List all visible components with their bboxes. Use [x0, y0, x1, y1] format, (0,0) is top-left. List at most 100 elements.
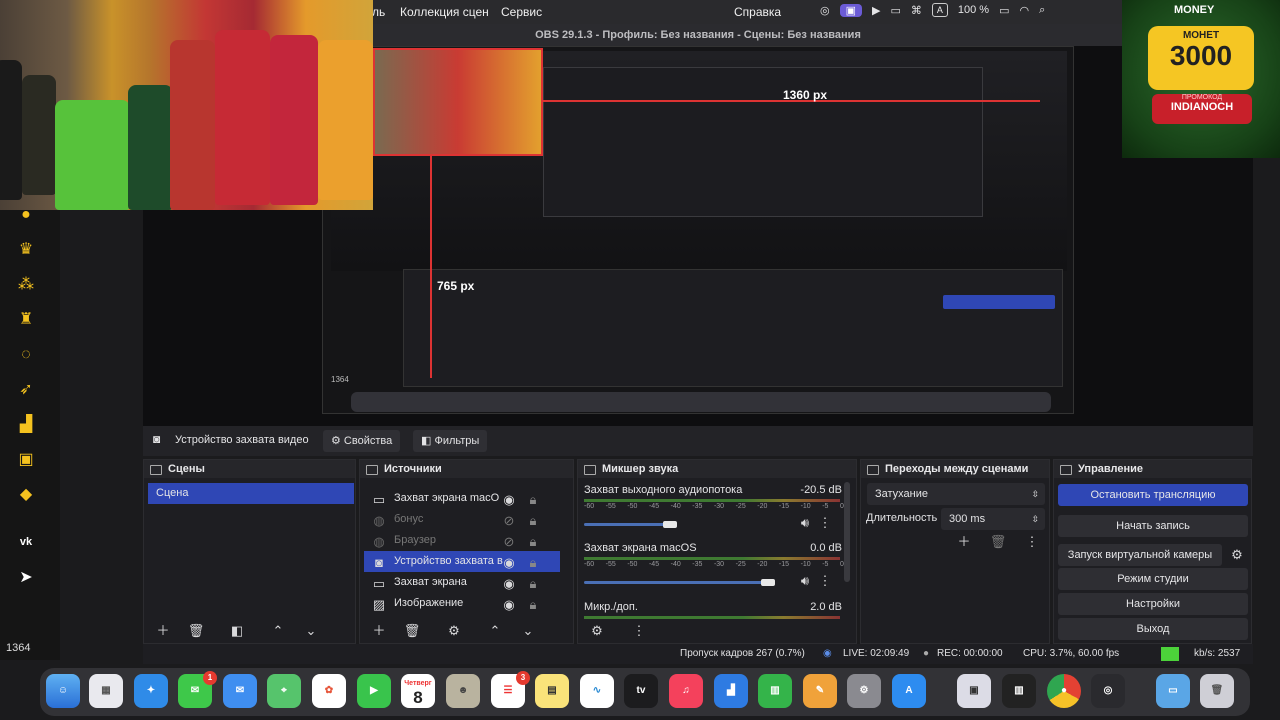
visibility-eye-off-icon[interactable]: ⊘	[500, 533, 518, 551]
tower-icon[interactable]: ♜	[16, 310, 36, 330]
notes-icon[interactable]: ▤	[535, 674, 569, 708]
scene-filters-button[interactable]: ◧	[228, 622, 246, 640]
transition-menu-button[interactable]: ⋮	[1023, 533, 1041, 551]
scene-item[interactable]: Сцена	[148, 483, 354, 504]
move-source-up-button[interactable]: ⌃	[486, 622, 504, 640]
gear-icon[interactable]: ⚙	[1228, 546, 1246, 564]
coin-icon[interactable]: ●	[16, 205, 36, 225]
display-icon[interactable]: ▭	[890, 4, 900, 17]
speaker-icon[interactable]: 🔊︎	[796, 514, 814, 532]
trash-icon[interactable]: 🗑	[1200, 674, 1234, 708]
studio-mode-button[interactable]: Режим студии	[1058, 568, 1248, 590]
apple-tv-icon[interactable]: tv	[624, 674, 658, 708]
duration-input[interactable]: 300 ms ⇳	[941, 508, 1045, 530]
more-options-icon[interactable]: ⋮	[816, 514, 834, 532]
mail-icon[interactable]: ✉	[223, 674, 257, 708]
app-store-icon[interactable]: A	[892, 674, 926, 708]
visibility-eye-icon[interactable]: ◉	[500, 575, 518, 593]
maps-icon[interactable]: ⌖	[267, 674, 301, 708]
speaker-icon[interactable]: 🔊︎	[796, 572, 814, 590]
wifi-icon[interactable]: ◠	[1020, 4, 1030, 17]
screen-share-icon[interactable]: ▣	[839, 3, 863, 17]
system-settings-icon[interactable]: ⚙	[847, 674, 881, 708]
exit-button[interactable]: Выход	[1058, 618, 1248, 640]
box-icon[interactable]: ▣	[16, 450, 36, 470]
ring-icon[interactable]: ◌	[16, 345, 36, 365]
add-transition-button[interactable]: ＋	[955, 533, 973, 551]
remove-transition-button[interactable]: 🗑	[989, 533, 1007, 551]
pages-icon[interactable]: ✎	[803, 674, 837, 708]
play-icon[interactable]: ▶	[872, 4, 880, 17]
volume-slider[interactable]	[584, 523, 670, 526]
chart-icon[interactable]: ▟	[16, 415, 36, 435]
menu-item-help[interactable]: Справка	[734, 5, 781, 19]
calendar-icon[interactable]: Четверг 8	[401, 674, 435, 708]
freeform-icon[interactable]: ∿	[580, 674, 614, 708]
lock-icon[interactable]: 🔒︎	[524, 554, 542, 572]
photos-icon[interactable]: ✿	[312, 674, 346, 708]
lock-icon[interactable]: 🔒︎	[524, 533, 542, 551]
status-icon[interactable]: ◎	[820, 4, 830, 17]
add-source-button[interactable]: ＋	[370, 622, 388, 640]
music-icon[interactable]: ♫	[669, 674, 703, 708]
crown-icon[interactable]: ♛	[16, 240, 36, 260]
lock-icon[interactable]: 🔒︎	[524, 575, 542, 593]
start-virtual-camera-button[interactable]: Запуск виртуальной камеры	[1058, 544, 1222, 566]
lock-icon[interactable]: 🔒︎	[524, 596, 542, 614]
safari-icon[interactable]: ✦	[134, 674, 168, 708]
contacts-icon[interactable]: ☻	[446, 674, 480, 708]
selected-source-bounds[interactable]	[373, 48, 543, 156]
mixer-settings-button[interactable]: ⚙	[588, 622, 606, 640]
telegram-icon[interactable]: ➤	[16, 568, 36, 588]
facetime-icon[interactable]: ▶	[357, 674, 391, 708]
lock-icon[interactable]: 🔒︎	[524, 512, 542, 530]
volume-slider[interactable]	[584, 581, 768, 584]
finder-icon[interactable]: ☺	[46, 674, 80, 708]
source-properties-button[interactable]: ⚙	[445, 622, 463, 640]
search-icon[interactable]: ⌕	[1039, 4, 1045, 17]
menu-item-tools[interactable]: Сервис	[501, 5, 542, 19]
preview-icon[interactable]: ▣	[957, 674, 991, 708]
messages-icon[interactable]: ✉ 1	[178, 671, 217, 708]
remove-source-button[interactable]: 🗑	[403, 622, 421, 640]
stop-streaming-button[interactable]: Остановить трансляцию	[1058, 484, 1248, 506]
bonus-icon: ◍	[373, 513, 385, 528]
move-source-down-button[interactable]: ⌄	[519, 622, 537, 640]
move-scene-down-button[interactable]: ⌄	[302, 622, 320, 640]
lock-icon[interactable]: 🔒︎	[524, 491, 542, 509]
launchpad-icon[interactable]: ▦	[89, 674, 123, 708]
puzzle-icon[interactable]: ◆	[16, 485, 36, 505]
visibility-eye-off-icon[interactable]: ⊘	[500, 512, 518, 530]
settings-button[interactable]: Настройки	[1058, 593, 1248, 615]
add-scene-button[interactable]: ＋	[154, 622, 172, 640]
folder-icon[interactable]: ▭	[1156, 674, 1190, 708]
visibility-eye-icon[interactable]: ◉	[500, 596, 518, 614]
chrome-icon[interactable]: ●	[1047, 674, 1081, 708]
coins-icon[interactable]: ⁂	[16, 275, 36, 295]
obs-icon[interactable]: ◎	[1091, 674, 1125, 708]
numbers-icon[interactable]: ▥	[758, 674, 792, 708]
properties-button[interactable]: ⚙ Свойства	[323, 430, 401, 452]
visibility-eye-icon[interactable]: ◉	[500, 491, 518, 509]
remove-scene-button[interactable]: 🗑	[187, 622, 205, 640]
volume-slider-knob[interactable]	[761, 579, 775, 586]
visibility-eye-icon[interactable]: ◉	[500, 554, 518, 572]
volume-slider-knob[interactable]	[663, 521, 677, 528]
move-scene-up-button[interactable]: ⌃	[269, 622, 287, 640]
extension-icon[interactable]: ⌘	[911, 4, 922, 17]
filters-button[interactable]: ◧ Фильтры	[413, 430, 488, 452]
piano-icon[interactable]: ▥	[1002, 674, 1036, 708]
menu-item-scene-collection[interactable]: Коллекция сцен	[400, 5, 489, 19]
display-icon: ▭	[372, 492, 386, 507]
transition-select[interactable]: Затухание ⇳	[867, 483, 1045, 505]
reminders-icon[interactable]: ☰ 3	[491, 671, 530, 708]
start-recording-button[interactable]: Начать запись	[1058, 515, 1248, 537]
rocket-icon[interactable]: ➶	[16, 380, 36, 400]
menu-item-file[interactable]: ль	[372, 5, 385, 19]
keyboard-layout-icon[interactable]: A	[931, 3, 948, 17]
more-options-icon[interactable]: ⋮	[816, 572, 834, 590]
mixer-scrollbar[interactable]	[844, 482, 850, 582]
vk-icon[interactable]: vk	[16, 532, 36, 552]
mixer-menu-button[interactable]: ⋮	[630, 622, 648, 640]
keynote-icon[interactable]: ▟	[714, 674, 748, 708]
